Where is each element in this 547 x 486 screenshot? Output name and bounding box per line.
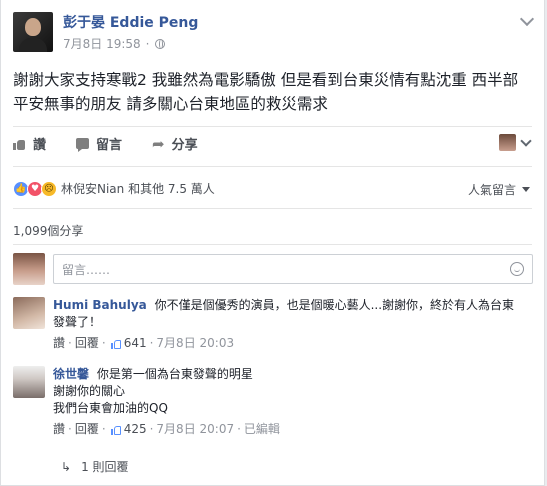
comment-body: 徐世馨 你是第一個為台東發聲的明星 謝謝你的關心 我們台東會加油的QQ 讚 · … xyxy=(53,366,523,438)
sad-reaction-icon: ☹ xyxy=(41,180,57,197)
reply-arrow-icon: ↳ xyxy=(61,459,72,474)
comment-meta: 讚 · 回覆 · 425 · 7月8日 20:07 · 已編輯 xyxy=(53,421,280,438)
comment-text-line: 我們台東會加油的QQ xyxy=(53,401,168,415)
divider xyxy=(13,166,532,167)
comment-icon xyxy=(76,138,90,152)
divider xyxy=(13,126,532,127)
reply-count: 1 則回覆 xyxy=(81,460,129,474)
comment-like-link[interactable]: 讚 xyxy=(53,335,65,352)
comment-composer: 留言…… xyxy=(13,253,533,285)
comment-like-count[interactable]: 641 xyxy=(124,335,147,352)
thumbs-up-icon xyxy=(110,425,121,435)
like-label: 讚 xyxy=(33,138,47,153)
post-header: 彭于晏 Eddie Peng 7月8日 19:58 · xyxy=(13,12,198,52)
comment-reply-link[interactable]: 回覆 xyxy=(75,421,99,438)
commenter-avatar[interactable] xyxy=(13,366,45,398)
thumbs-up-icon xyxy=(110,339,121,349)
comment-label: 留言 xyxy=(96,138,123,153)
divider xyxy=(13,208,532,209)
commenter-avatar[interactable] xyxy=(13,297,45,329)
comment-like-link[interactable]: 讚 xyxy=(53,421,65,438)
author-avatar[interactable] xyxy=(13,12,53,52)
comment-reply-link[interactable]: 回覆 xyxy=(75,335,99,352)
user-avatar xyxy=(13,253,45,285)
author-name[interactable]: 彭于晏 Eddie Peng xyxy=(63,14,198,32)
thumbs-up-icon xyxy=(13,138,26,150)
comment-body: Humi Bahulya 你不僅是個優秀的演員，也是個暖心藝人...謝謝你，終於… xyxy=(53,297,523,352)
comment-date[interactable]: 7月8日 20:07 xyxy=(156,421,234,438)
commenter-name[interactable]: 徐世馨 xyxy=(53,367,89,381)
post-body: 謝謝大家支持寒戰2 我雖然為電影驕傲 但是看到台東災情有點沈重 西半部平安無事的… xyxy=(13,71,519,113)
author-block: 彭于晏 Eddie Peng 7月8日 19:58 · xyxy=(63,12,198,52)
share-label: 分享 xyxy=(171,138,198,153)
post-card: 彭于晏 Eddie Peng 7月8日 19:58 · 謝謝大家支持寒戰2 我雖… xyxy=(0,0,545,486)
viewer-avatar[interactable] xyxy=(499,134,516,151)
like-button[interactable]: 讚 xyxy=(13,134,46,153)
emoji-smile-icon[interactable] xyxy=(510,262,524,276)
globe-icon xyxy=(154,38,165,49)
chevron-down-icon[interactable] xyxy=(520,135,532,147)
comment-item: Humi Bahulya 你不僅是個優秀的演員，也是個暖心藝人...謝謝你，終於… xyxy=(13,297,523,352)
post-meta: 7月8日 19:58 · xyxy=(63,35,198,52)
reactions-summary[interactable]: 👍 ♥ ☹ 林倪安Nian 和其他 7.5 萬人 xyxy=(13,180,215,197)
meta-separator: · xyxy=(145,36,150,51)
comment-input[interactable]: 留言…… xyxy=(53,254,533,284)
share-arrow-icon: ➦ xyxy=(152,134,165,153)
share-button[interactable]: ➦ 分享 xyxy=(152,134,198,153)
post-date[interactable]: 7月8日 19:58 xyxy=(63,35,141,52)
comment-date[interactable]: 7月8日 20:03 xyxy=(156,335,234,352)
divider xyxy=(13,244,532,245)
comment-meta: 讚 · 回覆 · 641 · 7月8日 20:03 xyxy=(53,335,235,352)
post-actions: 讚 留言 ➦ 分享 xyxy=(13,134,198,153)
comment-text-line: 謝謝你的關心 xyxy=(53,384,126,398)
caret-down-icon xyxy=(522,187,530,192)
comment-like-count[interactable]: 425 xyxy=(124,421,147,438)
comment-text-line: 你是第一個為台東發聲的明星 xyxy=(96,367,253,381)
comment-item: 徐世馨 你是第一個為台東發聲的明星 謝謝你的關心 我們台東會加油的QQ 讚 · … xyxy=(13,366,523,438)
comment-sort-dropdown[interactable]: 人氣留言 xyxy=(468,181,530,198)
comment-placeholder: 留言…… xyxy=(62,262,111,277)
comment-button[interactable]: 留言 xyxy=(76,134,122,153)
sort-label: 人氣留言 xyxy=(467,183,516,197)
commenter-name[interactable]: Humi Bahulya xyxy=(53,298,147,312)
post-options-chevron-icon[interactable] xyxy=(519,11,535,27)
view-replies-link[interactable]: ↳ 1 則回覆 xyxy=(61,458,129,475)
share-count[interactable]: 1,099個分享 xyxy=(13,222,83,239)
comment-edited-label[interactable]: 已編輯 xyxy=(244,421,280,438)
reactions-text[interactable]: 林倪安Nian 和其他 7.5 萬人 xyxy=(61,180,215,197)
